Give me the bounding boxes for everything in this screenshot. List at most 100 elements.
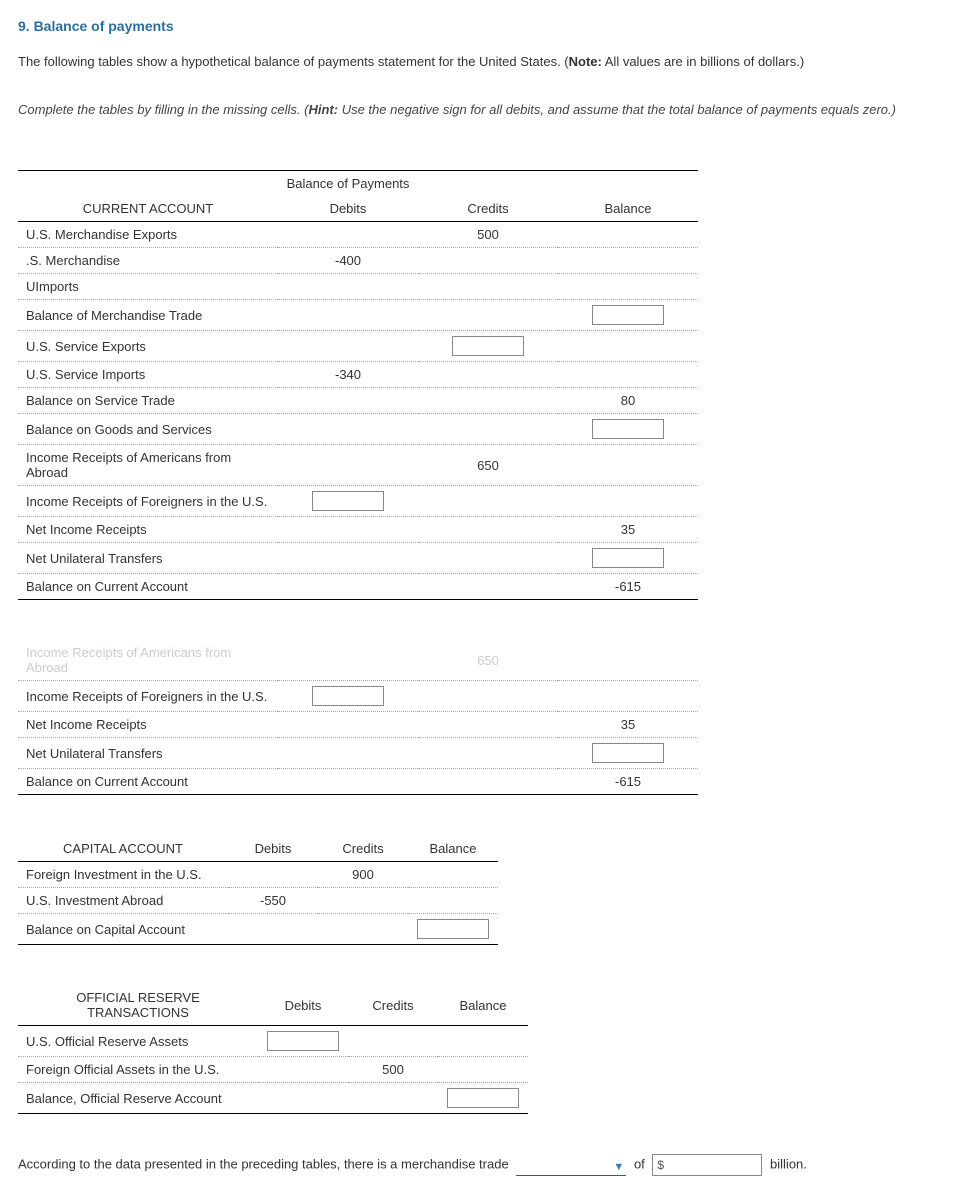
cell-value: 500	[348, 1057, 438, 1083]
service-exports-input[interactable]	[452, 336, 524, 356]
header-current-account: CURRENT ACCOUNT	[18, 196, 278, 222]
table-row: Net Income Receipts 35	[18, 712, 698, 738]
table-row-truncated: Income Receipts of Americans from Abroad…	[18, 640, 698, 681]
row-label: Foreign Investment in the U.S.	[18, 862, 228, 888]
table-row: Balance on Service Trade 80	[18, 388, 698, 414]
header-credits: Credits	[418, 196, 558, 222]
instruction-text: Complete the tables by filling in the mi…	[18, 100, 958, 121]
header-capital-account: CAPITAL ACCOUNT	[18, 836, 228, 862]
table-row: Income Receipts of Americans from Abroad…	[18, 445, 698, 486]
table-row: Net Unilateral Transfers	[18, 543, 698, 574]
table-row: .S. Merchandise -400	[18, 248, 698, 274]
row-label: Balance on Service Trade	[18, 388, 278, 414]
row-label: U.S. Investment Abroad	[18, 888, 228, 914]
cell-value: -550	[228, 888, 318, 914]
row-label: U.S. Merchandise Exports	[18, 222, 278, 248]
row-label: Foreign Official Assets in the U.S.	[18, 1057, 258, 1083]
bottom-of: of	[634, 1157, 648, 1172]
table-row: U.S. Service Exports	[18, 331, 698, 362]
instruction-hint-bold: Hint:	[308, 102, 338, 117]
bottom-pre: According to the data presented in the p…	[18, 1157, 512, 1172]
table-capital-account: CAPITAL ACCOUNT Debits Credits Balance F…	[18, 835, 498, 945]
row-label: Net Unilateral Transfers	[18, 543, 278, 574]
table-row: Foreign Investment in the U.S. 900	[18, 862, 498, 888]
income-foreigners-debits-input-2[interactable]	[312, 686, 384, 706]
row-label: U.S. Service Imports	[18, 362, 278, 388]
table-row: U.S. Merchandise Exports 500	[18, 222, 698, 248]
table-current-account: Balance of Payments CURRENT ACCOUNT Debi…	[18, 170, 698, 600]
row-label: Balance on Goods and Services	[18, 414, 278, 445]
header-debits: Debits	[278, 196, 418, 222]
intro-note-bold: Note:	[569, 54, 602, 69]
table-row: Foreign Official Assets in the U.S. 500	[18, 1057, 528, 1083]
row-label: U.S. Official Reserve Assets	[18, 1026, 258, 1057]
net-unilateral-input[interactable]	[592, 548, 664, 568]
cell-value: 500	[418, 222, 558, 248]
table-row: Net Income Receipts 35	[18, 517, 698, 543]
table-row: Income Receipts of Foreigners in the U.S…	[18, 486, 698, 517]
row-label: Income Receipts of Foreigners in the U.S…	[18, 486, 278, 517]
header-debits: Debits	[258, 985, 348, 1026]
header-official-reserve: OFFICIAL RESERVE TRANSACTIONS	[18, 985, 258, 1026]
cell-value: -615	[558, 769, 698, 795]
header-debits: Debits	[228, 836, 318, 862]
cell-value: -340	[278, 362, 418, 388]
row-label: Balance on Capital Account	[18, 914, 228, 945]
instruction-pre: Complete the tables by filling in the mi…	[18, 102, 308, 117]
header-balance: Balance	[408, 836, 498, 862]
table-row: Income Receipts of Foreigners in the U.S…	[18, 681, 698, 712]
bottom-suffix: billion.	[770, 1157, 807, 1172]
chevron-down-icon: ▼	[613, 1161, 624, 1173]
row-label: Balance on Current Account	[18, 574, 278, 600]
row-label: Net Unilateral Transfers	[18, 738, 278, 769]
table-row: Balance on Current Account -615	[18, 769, 698, 795]
income-foreigners-debits-input[interactable]	[312, 491, 384, 511]
net-unilateral-input-2[interactable]	[592, 743, 664, 763]
cell-value: 650	[418, 445, 558, 486]
header-credits: Credits	[348, 985, 438, 1026]
question-title: 9. Balance of payments	[18, 18, 958, 34]
table-row: Balance on Capital Account	[18, 914, 498, 945]
header-balance: Balance	[558, 196, 698, 222]
row-label: Balance of Merchandise Trade	[18, 300, 278, 331]
cell-value: 35	[558, 517, 698, 543]
cell-value: 35	[558, 712, 698, 738]
instruction-post: Use the negative sign for all debits, an…	[338, 102, 896, 117]
table-row: Balance on Goods and Services	[18, 414, 698, 445]
balance-reserve-input[interactable]	[447, 1088, 519, 1108]
dollar-amount-input[interactable]: $	[652, 1154, 762, 1176]
header-balance: Balance	[438, 985, 528, 1026]
table-row: Balance on Current Account -615	[18, 574, 698, 600]
intro-text: The following tables show a hypothetical…	[18, 52, 958, 72]
row-label: Balance, Official Reserve Account	[18, 1083, 258, 1114]
table-row: Balance, Official Reserve Account	[18, 1083, 528, 1114]
row-label: .S. Merchandise	[18, 248, 278, 274]
table-row: U.S. Official Reserve Assets	[18, 1026, 528, 1057]
table-row: UImports	[18, 274, 698, 300]
table-row: U.S. Service Imports -340	[18, 362, 698, 388]
table-current-account-dup: Income Receipts of Americans from Abroad…	[18, 640, 698, 795]
row-label: Net Income Receipts	[18, 517, 278, 543]
merchandise-trade-dropdown[interactable]: ▼	[516, 1175, 626, 1176]
dollar-prefix: $	[657, 1158, 664, 1172]
row-label: U.S. Service Exports	[18, 331, 278, 362]
table-row: Balance of Merchandise Trade	[18, 300, 698, 331]
bottom-sentence: According to the data presented in the p…	[18, 1154, 958, 1176]
row-label: Balance on Current Account	[18, 769, 278, 795]
header-credits: Credits	[318, 836, 408, 862]
balance-capital-input[interactable]	[417, 919, 489, 939]
table-row: U.S. Investment Abroad -550	[18, 888, 498, 914]
intro-post: All values are in billions of dollars.)	[602, 54, 804, 69]
balance-merch-trade-input[interactable]	[592, 305, 664, 325]
intro-pre: The following tables show a hypothetical…	[18, 54, 569, 69]
cell-value: -615	[558, 574, 698, 600]
table-row: Net Unilateral Transfers	[18, 738, 698, 769]
row-label: Net Income Receipts	[18, 712, 278, 738]
balance-goods-services-input[interactable]	[592, 419, 664, 439]
cell-value: -400	[278, 248, 418, 274]
cell-value: 900	[318, 862, 408, 888]
us-reserve-debits-input[interactable]	[267, 1031, 339, 1051]
row-label: UImports	[18, 274, 278, 300]
table-official-reserve: OFFICIAL RESERVE TRANSACTIONS Debits Cre…	[18, 985, 528, 1114]
cell-value: 80	[558, 388, 698, 414]
